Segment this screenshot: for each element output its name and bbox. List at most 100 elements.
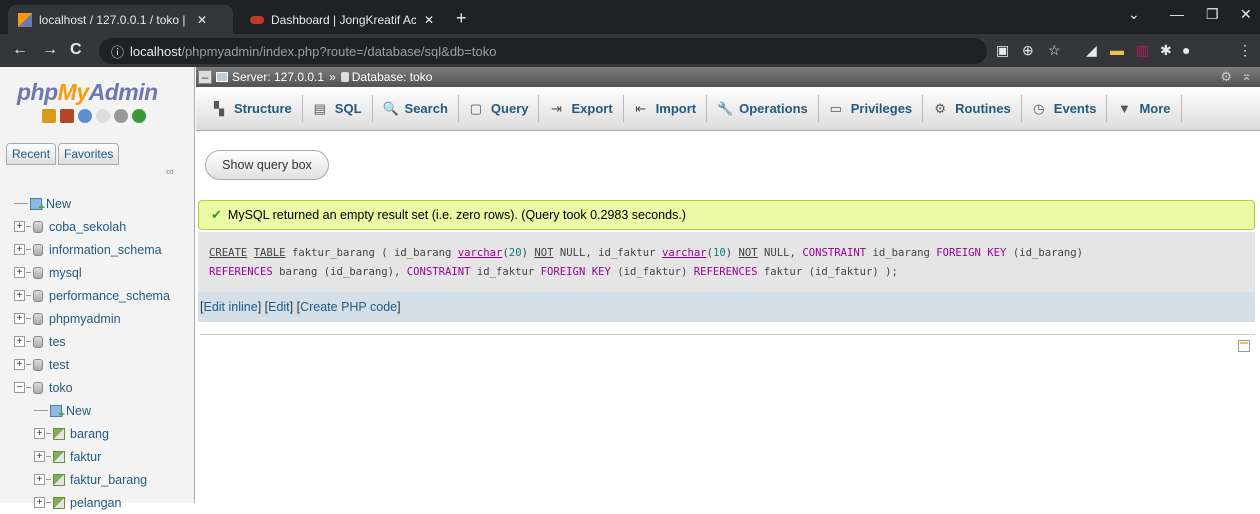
tree-item-label[interactable]: toko: [49, 381, 73, 395]
tree-item-faktur-barang[interactable]: + faktur_barang: [0, 468, 195, 491]
extensions-puzzle-icon[interactable]: ✱: [1160, 42, 1172, 59]
console-toggle-icon[interactable]: [1238, 340, 1250, 352]
docs-icon[interactable]: [96, 109, 110, 123]
profile-avatar-icon[interactable]: ●: [1182, 42, 1190, 58]
tree-item-label[interactable]: information_schema: [49, 243, 162, 257]
translate-icon[interactable]: ▣: [996, 42, 1009, 59]
info-icon[interactable]: ⓘ: [111, 42, 124, 61]
tree-item-label[interactable]: phpmyadmin: [49, 312, 121, 326]
tree-item-new[interactable]: New: [0, 399, 195, 422]
tab-import[interactable]: ⇤ Import: [624, 95, 708, 122]
settings-gear-icon[interactable]: ⚙: [1220, 69, 1232, 85]
tab-query[interactable]: ▢ Query: [459, 95, 540, 122]
tab-privileges[interactable]: ▭ Privileges: [819, 95, 924, 122]
database-icon: [33, 335, 43, 348]
expand-icon[interactable]: +: [34, 428, 45, 439]
tree-item-tes[interactable]: + tes: [0, 330, 195, 353]
expand-icon[interactable]: +: [14, 221, 25, 232]
expand-icon[interactable]: +: [34, 474, 45, 485]
zoom-icon[interactable]: ⊕: [1022, 42, 1034, 59]
more-icon: ▼: [1118, 100, 1131, 116]
tab-sql[interactable]: ▤ SQL: [303, 95, 373, 122]
tree-item-test[interactable]: + test: [0, 353, 195, 376]
edit-link[interactable]: Edit: [268, 300, 290, 314]
tree-item-performance-schema[interactable]: + performance_schema: [0, 284, 195, 307]
tree-item-faktur[interactable]: + faktur: [0, 445, 195, 468]
breadcrumb: – Server: 127.0.0.1 » Database: toko ⚙ ⌅: [196, 67, 1260, 87]
tab-close-icon[interactable]: ✕: [197, 13, 207, 27]
tab-search-icon[interactable]: ⌄: [1128, 6, 1140, 23]
tree-item-label[interactable]: faktur_barang: [70, 473, 147, 487]
minimize-icon[interactable]: —: [1170, 6, 1184, 22]
close-window-icon[interactable]: ✕: [1240, 6, 1252, 23]
tree-item-label[interactable]: test: [49, 358, 69, 372]
tab-close-icon[interactable]: ✕: [424, 13, 434, 27]
expand-icon[interactable]: +: [14, 313, 25, 324]
tab-export[interactable]: ⇥ Export: [539, 95, 624, 122]
tree-item-coba-sekolah[interactable]: + coba_sekolah: [0, 215, 195, 238]
tab-more[interactable]: ▼ More: [1107, 95, 1182, 122]
table-icon: [53, 473, 65, 486]
extension-icon[interactable]: ▥: [1136, 42, 1149, 59]
create-php-code-link[interactable]: Create PHP code: [300, 300, 397, 314]
tree-item-information-schema[interactable]: + information_schema: [0, 238, 195, 261]
favorites-tab[interactable]: Favorites: [58, 143, 120, 165]
expand-icon[interactable]: +: [14, 290, 25, 301]
extension-icon[interactable]: ▬: [1110, 42, 1124, 58]
tree-item-phpmyadmin[interactable]: + phpmyadmin: [0, 307, 195, 330]
tab-operations[interactable]: 🔧 Operations: [707, 95, 819, 122]
tree-item-label[interactable]: New: [66, 404, 91, 418]
reload-icon[interactable]: C: [70, 41, 82, 59]
tree-item-label[interactable]: New: [46, 197, 71, 211]
phpmyadmin-logo[interactable]: phpMyAdmin: [17, 79, 158, 106]
tree-item-mysql[interactable]: + mysql: [0, 261, 195, 284]
tree-item-label[interactable]: mysql: [49, 266, 82, 280]
bookmark-star-icon[interactable]: ☆: [1048, 42, 1061, 59]
tree-item-label[interactable]: faktur: [70, 450, 101, 464]
scroll-top-icon[interactable]: ⌅: [1241, 68, 1252, 84]
recent-tab[interactable]: Recent: [6, 143, 57, 165]
tab-events[interactable]: ◷ Events: [1022, 95, 1108, 122]
tab-routines[interactable]: ⚙ Routines: [923, 95, 1022, 122]
show-query-box-button[interactable]: Show query box: [205, 150, 329, 180]
edit-inline-link[interactable]: Edit inline: [203, 300, 257, 314]
expand-icon[interactable]: +: [14, 244, 25, 255]
tab-search[interactable]: 🔍 Search: [373, 95, 459, 122]
collapse-icon[interactable]: −: [14, 382, 25, 393]
tree-item-label[interactable]: barang: [70, 427, 109, 441]
expand-icon[interactable]: +: [14, 336, 25, 347]
tab-structure[interactable]: ▚ Structure: [202, 95, 303, 122]
bracket-text: ] [: [289, 300, 301, 314]
forward-icon[interactable]: →: [42, 41, 58, 59]
database-icon: [33, 312, 43, 325]
tab-dashboard[interactable]: Dashboard | JongKreatif Academy ✕: [240, 5, 450, 34]
back-icon[interactable]: ←: [12, 41, 28, 59]
tree-item-label[interactable]: tes: [49, 335, 66, 349]
settings-icon[interactable]: [114, 109, 128, 123]
breadcrumb-database[interactable]: Database: toko: [352, 70, 433, 84]
restore-icon[interactable]: ❐: [1206, 6, 1219, 23]
quick-icons: [42, 109, 146, 123]
extension-icon[interactable]: ◢: [1086, 42, 1097, 59]
reload-navigation-icon[interactable]: [132, 109, 146, 123]
expand-icon[interactable]: +: [14, 267, 25, 278]
link-with-main-icon[interactable]: ∞: [166, 166, 174, 178]
breadcrumb-server[interactable]: Server: 127.0.0.1: [232, 70, 324, 84]
tree-item-label[interactable]: performance_schema: [49, 289, 170, 303]
logout-icon[interactable]: [60, 109, 74, 123]
help-icon[interactable]: [78, 109, 92, 123]
home-icon[interactable]: [42, 109, 56, 123]
menu-kebab-icon[interactable]: ⋮: [1238, 42, 1252, 59]
tree-item-barang[interactable]: + barang: [0, 422, 195, 445]
new-tab-button[interactable]: +: [456, 8, 467, 29]
expand-icon[interactable]: +: [14, 359, 25, 370]
tree-item-new[interactable]: New: [0, 192, 195, 215]
url-input[interactable]: ⓘ localhost /phpmyadmin/index.php?route=…: [99, 38, 987, 64]
tree-item-label[interactable]: coba_sekolah: [49, 220, 126, 234]
tree-item-toko[interactable]: − toko: [0, 376, 195, 399]
sql-token: FOREIGN KEY: [540, 266, 611, 278]
expand-icon[interactable]: +: [34, 451, 45, 462]
collapse-panel-icon[interactable]: –: [198, 70, 212, 84]
tab-phpmyadmin[interactable]: localhost / 127.0.0.1 / toko | phpMyAdmi…: [8, 5, 233, 34]
sql-token: varchar: [661, 247, 707, 259]
